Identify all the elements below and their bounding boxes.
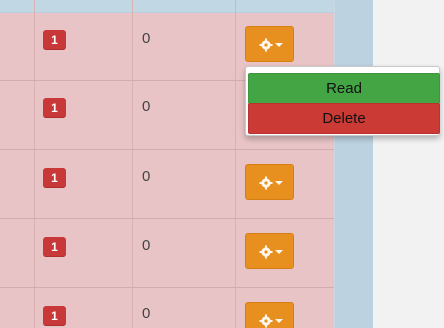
notifications-table-view: 1 0 1 0 1 0 1 0 1 0 Read Delete	[0, 0, 444, 328]
table-row: 1 0	[0, 288, 334, 328]
delete-menu-item[interactable]: Delete	[248, 103, 440, 134]
gear-icon	[259, 38, 273, 52]
count-cell: 0	[142, 168, 151, 185]
unread-badge: 1	[43, 237, 66, 257]
row-actions-button[interactable]	[245, 164, 294, 200]
unread-badge: 1	[43, 98, 66, 118]
unread-badge: 1	[43, 30, 66, 50]
gear-icon	[259, 176, 273, 190]
gear-icon	[259, 314, 273, 328]
count-cell: 0	[142, 305, 151, 322]
row-actions-menu: Read Delete	[245, 66, 440, 136]
unread-badge: 1	[43, 306, 66, 326]
page-background	[373, 0, 444, 328]
caret-down-icon	[275, 43, 283, 47]
caret-down-icon	[275, 319, 283, 323]
gear-icon	[259, 245, 273, 259]
count-cell: 0	[142, 30, 151, 47]
table-row: 1 0	[0, 150, 334, 219]
caret-down-icon	[275, 250, 283, 254]
count-cell: 0	[142, 98, 151, 115]
caret-down-icon	[275, 181, 283, 185]
table-row: 1 0	[0, 219, 334, 288]
side-panel-edge	[334, 0, 374, 328]
notifications-table: 1 0 1 0 1 0 1 0 1 0	[0, 0, 334, 328]
unread-badge: 1	[43, 168, 66, 188]
row-actions-button[interactable]	[245, 233, 294, 269]
count-cell: 0	[142, 237, 151, 254]
row-actions-button[interactable]	[245, 302, 294, 328]
read-menu-item[interactable]: Read	[248, 73, 440, 104]
row-actions-button[interactable]	[245, 26, 294, 62]
